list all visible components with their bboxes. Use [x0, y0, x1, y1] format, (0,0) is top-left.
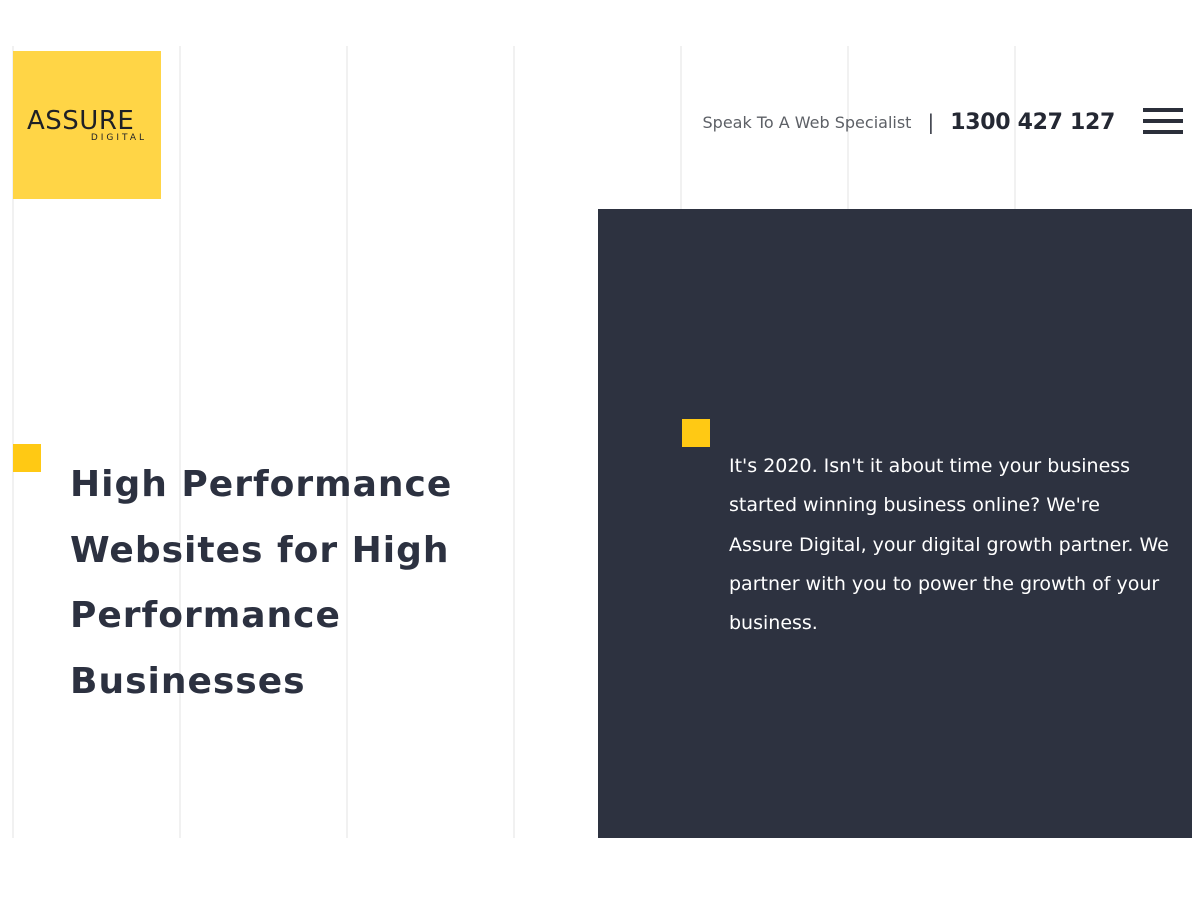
hero-title: High Performance Websites for High Perfo… — [70, 464, 453, 702]
grid-line — [346, 46, 348, 838]
grid-line — [179, 46, 181, 838]
menu-bar — [1143, 119, 1183, 123]
intro-text: It's 2020. Isn't it about time your busi… — [729, 455, 1169, 635]
cta-label: Speak To A Web Specialist — [702, 112, 912, 132]
menu-bar — [1143, 108, 1183, 112]
menu-bar — [1143, 130, 1183, 134]
phone-link[interactable]: 1300 427 127 — [950, 110, 1115, 135]
logo-wordmark: ASSURE — [27, 106, 135, 136]
hamburger-menu-icon[interactable] — [1143, 107, 1183, 137]
accent-square — [682, 419, 710, 447]
header-contact: Speak To A Web Specialist | 1300 427 127 — [703, 106, 1116, 138]
accent-square — [13, 444, 41, 472]
site-logo[interactable]: ASSURE DIGITAL — [13, 51, 161, 199]
logo-tagline: DIGITAL — [90, 133, 147, 143]
grid-line — [513, 46, 515, 838]
home-page: ASSURE DIGITAL Speak To A Web Specialist… — [0, 0, 1200, 900]
cta-separator: | — [927, 110, 935, 134]
